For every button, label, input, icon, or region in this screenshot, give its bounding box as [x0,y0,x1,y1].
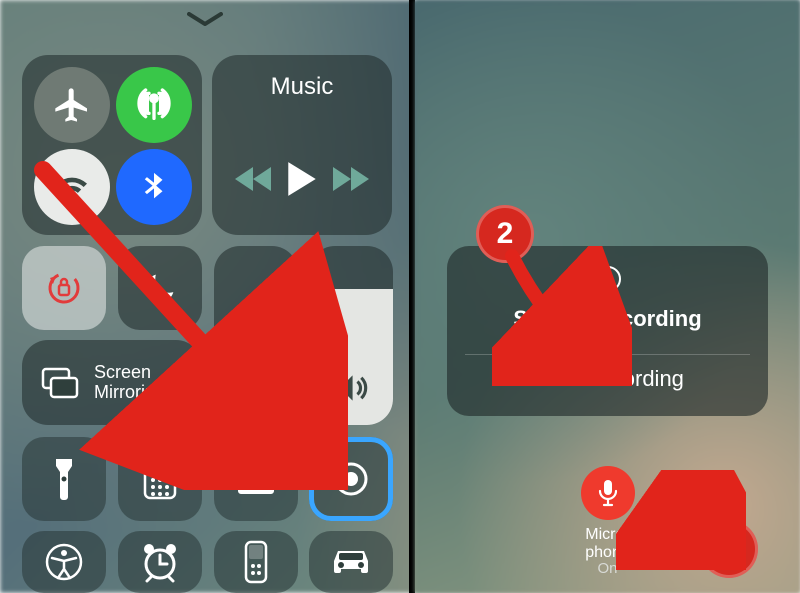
rotation-lock-toggle[interactable] [22,246,106,330]
airplane-mode-toggle[interactable] [34,67,110,143]
camera-button[interactable] [214,437,298,521]
wifi-toggle[interactable] [34,149,110,225]
apple-tv-remote-button[interactable] [214,531,298,593]
next-track-icon [329,164,371,194]
speaker-icon [332,369,370,407]
screen-mirroring-icon [40,366,80,400]
do-not-disturb-toggle[interactable] [118,246,202,330]
connectivity-card[interactable] [22,55,202,235]
accessibility-button[interactable] [22,531,106,593]
airplane-icon [52,85,92,125]
accessibility-icon [44,542,84,582]
wifi-icon [52,167,92,207]
rotation-lock-icon [42,266,86,310]
previous-track-icon [233,164,275,194]
sheet-divider [465,354,750,355]
alarm-button[interactable] [118,531,202,593]
previous-track-button[interactable] [230,155,278,203]
sun-icon [239,373,273,407]
music-title: Music [212,73,392,101]
annotation-step-2-badge: 2 [476,205,534,263]
microphone-state: On [585,561,630,578]
bluetooth-toggle[interactable] [116,149,192,225]
flashlight-button[interactable] [22,437,106,521]
bluetooth-icon [137,170,171,204]
next-track-button[interactable] [326,155,374,203]
moon-icon [140,268,180,308]
driving-mode-button[interactable] [309,531,393,593]
play-button[interactable] [278,155,326,203]
flashlight-icon [51,457,77,501]
alarm-clock-icon [139,541,181,583]
calculator-icon [143,458,177,500]
brightness-slider[interactable] [214,246,298,425]
start-recording-button[interactable]: Start Recording [531,366,684,392]
camera-icon [235,462,277,496]
music-card[interactable]: Music [212,55,392,235]
volume-slider[interactable] [309,246,393,425]
car-icon [328,547,374,577]
record-icon [595,266,621,292]
screen-recording-sheet: Screen Recording Start Recording [447,246,768,416]
screen-mirroring-label: Screen Mirroring [94,363,165,403]
apple-tv-remote-icon [244,540,268,584]
control-center-chevron-icon[interactable] [187,12,223,28]
screen-recording-title: Screen Recording [513,306,701,332]
screen-record-button[interactable] [309,437,393,521]
record-icon [331,459,371,499]
cellular-icon [134,85,174,125]
microphone-icon [596,478,620,508]
calculator-button[interactable] [118,437,202,521]
microphone-toggle[interactable] [581,466,635,520]
microphone-label: Micro- phone On [585,526,630,578]
play-icon [285,160,319,198]
annotation-step-1-badge: 1 [700,520,758,578]
screen-mirroring-button[interactable]: Screen Mirroring [22,340,202,425]
cellular-data-toggle[interactable] [116,67,192,143]
